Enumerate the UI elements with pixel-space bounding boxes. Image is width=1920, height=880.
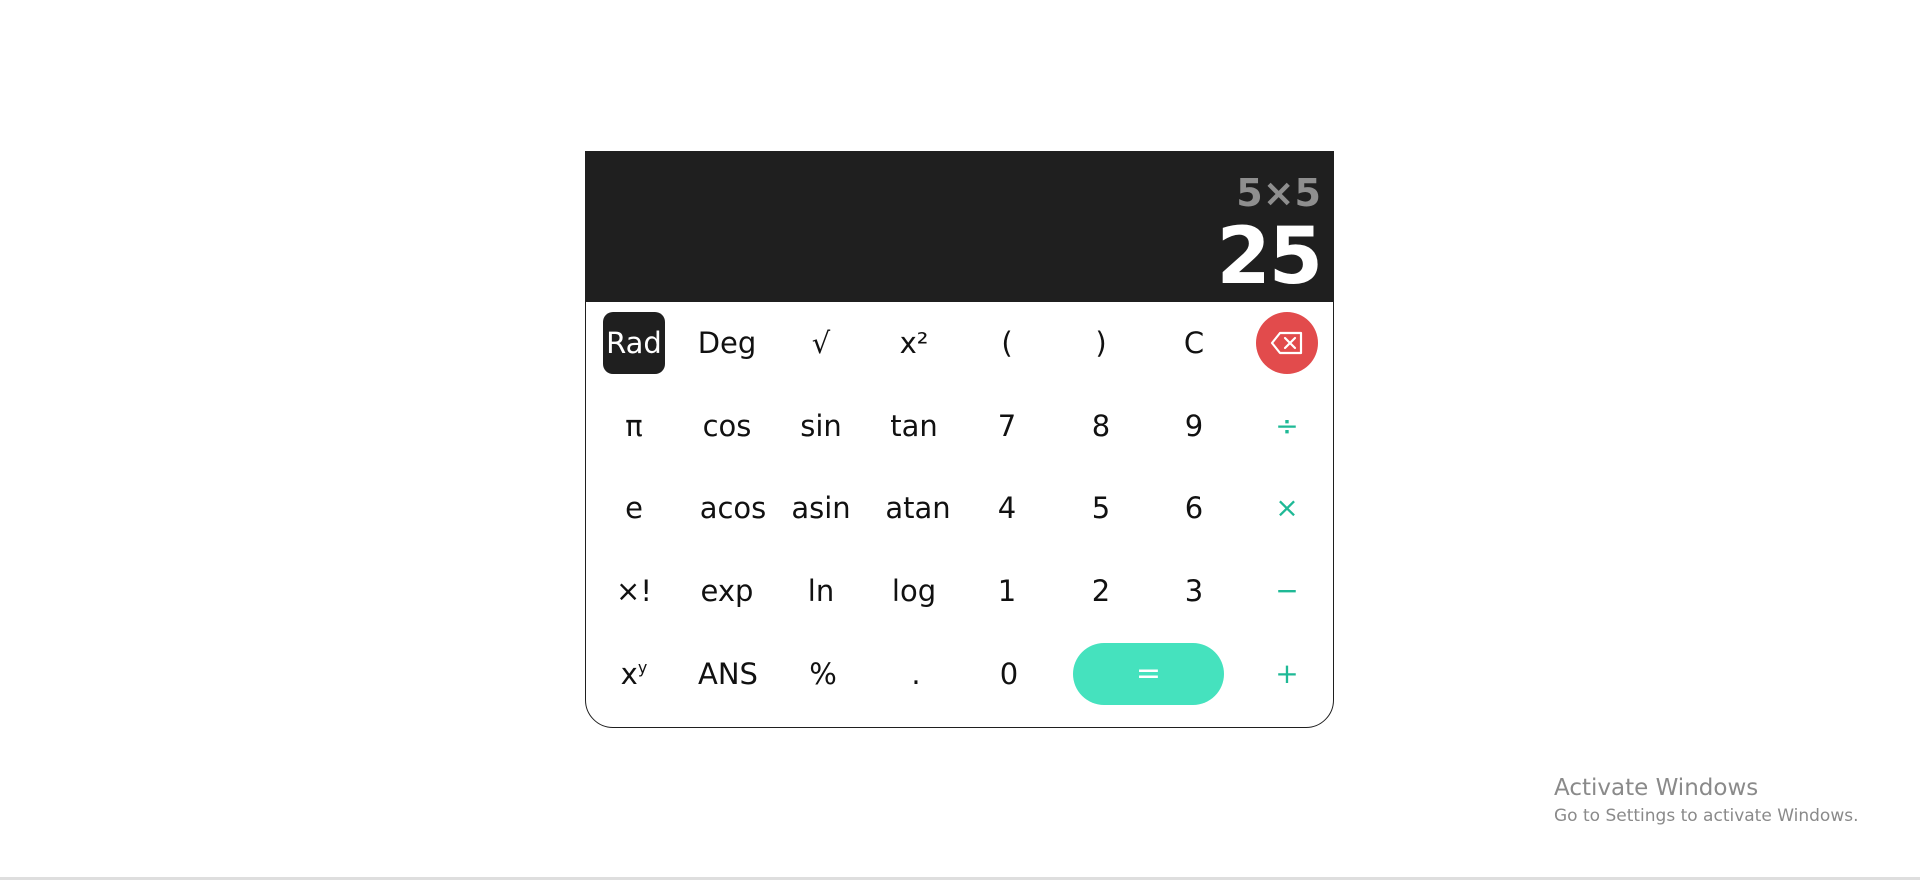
backspace-icon xyxy=(1270,331,1303,355)
ans-button[interactable]: ANS xyxy=(697,643,759,705)
power-exponent-label: y xyxy=(637,658,648,677)
cos-button[interactable]: cos xyxy=(696,395,758,457)
watermark-title: Activate Windows xyxy=(1554,775,1759,801)
activate-windows-watermark: Activate Windows Go to Settings to activ… xyxy=(1554,775,1859,828)
decimal-button[interactable]: . xyxy=(885,643,947,705)
clear-button[interactable]: C xyxy=(1163,312,1225,374)
expression-display: 5×5 xyxy=(1236,171,1321,215)
sin-button[interactable]: sin xyxy=(790,395,852,457)
multiply-button[interactable]: × xyxy=(1256,477,1318,539)
digit-9-button[interactable]: 9 xyxy=(1163,395,1225,457)
digit-3-button[interactable]: 3 xyxy=(1163,560,1225,622)
factorial-button[interactable]: ×! xyxy=(603,560,665,622)
digit-2-button[interactable]: 2 xyxy=(1070,560,1132,622)
page: 5×5 25 Rad Deg √ x² ( ) C π cos sin tan … xyxy=(0,0,1920,880)
watermark-subtitle: Go to Settings to activate Windows. xyxy=(1554,805,1859,826)
log-button[interactable]: log xyxy=(883,560,945,622)
tan-button[interactable]: tan xyxy=(883,395,945,457)
equals-button[interactable]: = xyxy=(1073,643,1224,705)
digit-0-button[interactable]: 0 xyxy=(978,643,1040,705)
percent-button[interactable]: % xyxy=(792,643,854,705)
digit-1-button[interactable]: 1 xyxy=(976,560,1038,622)
digit-7-button[interactable]: 7 xyxy=(976,395,1038,457)
digit-8-button[interactable]: 8 xyxy=(1070,395,1132,457)
close-paren-button[interactable]: ) xyxy=(1070,312,1132,374)
e-button[interactable]: e xyxy=(603,477,665,539)
ln-button[interactable]: ln xyxy=(790,560,852,622)
digit-4-button[interactable]: 4 xyxy=(976,477,1038,539)
pi-button[interactable]: π xyxy=(603,395,665,457)
digit-5-button[interactable]: 5 xyxy=(1070,477,1132,539)
digit-6-button[interactable]: 6 xyxy=(1163,477,1225,539)
keypad: Rad Deg √ x² ( ) C π cos sin tan 7 8 9 ÷ xyxy=(586,302,1333,727)
asin-button[interactable]: asin xyxy=(790,477,852,539)
power-base-label: x xyxy=(620,656,638,691)
deg-button[interactable]: Deg xyxy=(696,312,758,374)
plus-button[interactable]: + xyxy=(1256,643,1318,705)
calculator: 5×5 25 Rad Deg √ x² ( ) C π cos sin tan … xyxy=(585,151,1334,728)
backspace-button[interactable] xyxy=(1256,312,1318,374)
exp-button[interactable]: exp xyxy=(696,560,758,622)
atan-button[interactable]: atan xyxy=(885,477,950,539)
power-button[interactable]: xy xyxy=(603,643,665,705)
sqrt-button[interactable]: √ xyxy=(790,312,852,374)
acos-button[interactable]: acos xyxy=(700,477,767,539)
square-button[interactable]: x² xyxy=(883,312,945,374)
calculator-display: 5×5 25 xyxy=(586,152,1333,302)
rad-button[interactable]: Rad xyxy=(603,312,665,374)
divide-button[interactable]: ÷ xyxy=(1256,395,1318,457)
result-display: 25 xyxy=(1216,212,1323,302)
minus-button[interactable]: − xyxy=(1256,560,1318,622)
open-paren-button[interactable]: ( xyxy=(976,312,1038,374)
